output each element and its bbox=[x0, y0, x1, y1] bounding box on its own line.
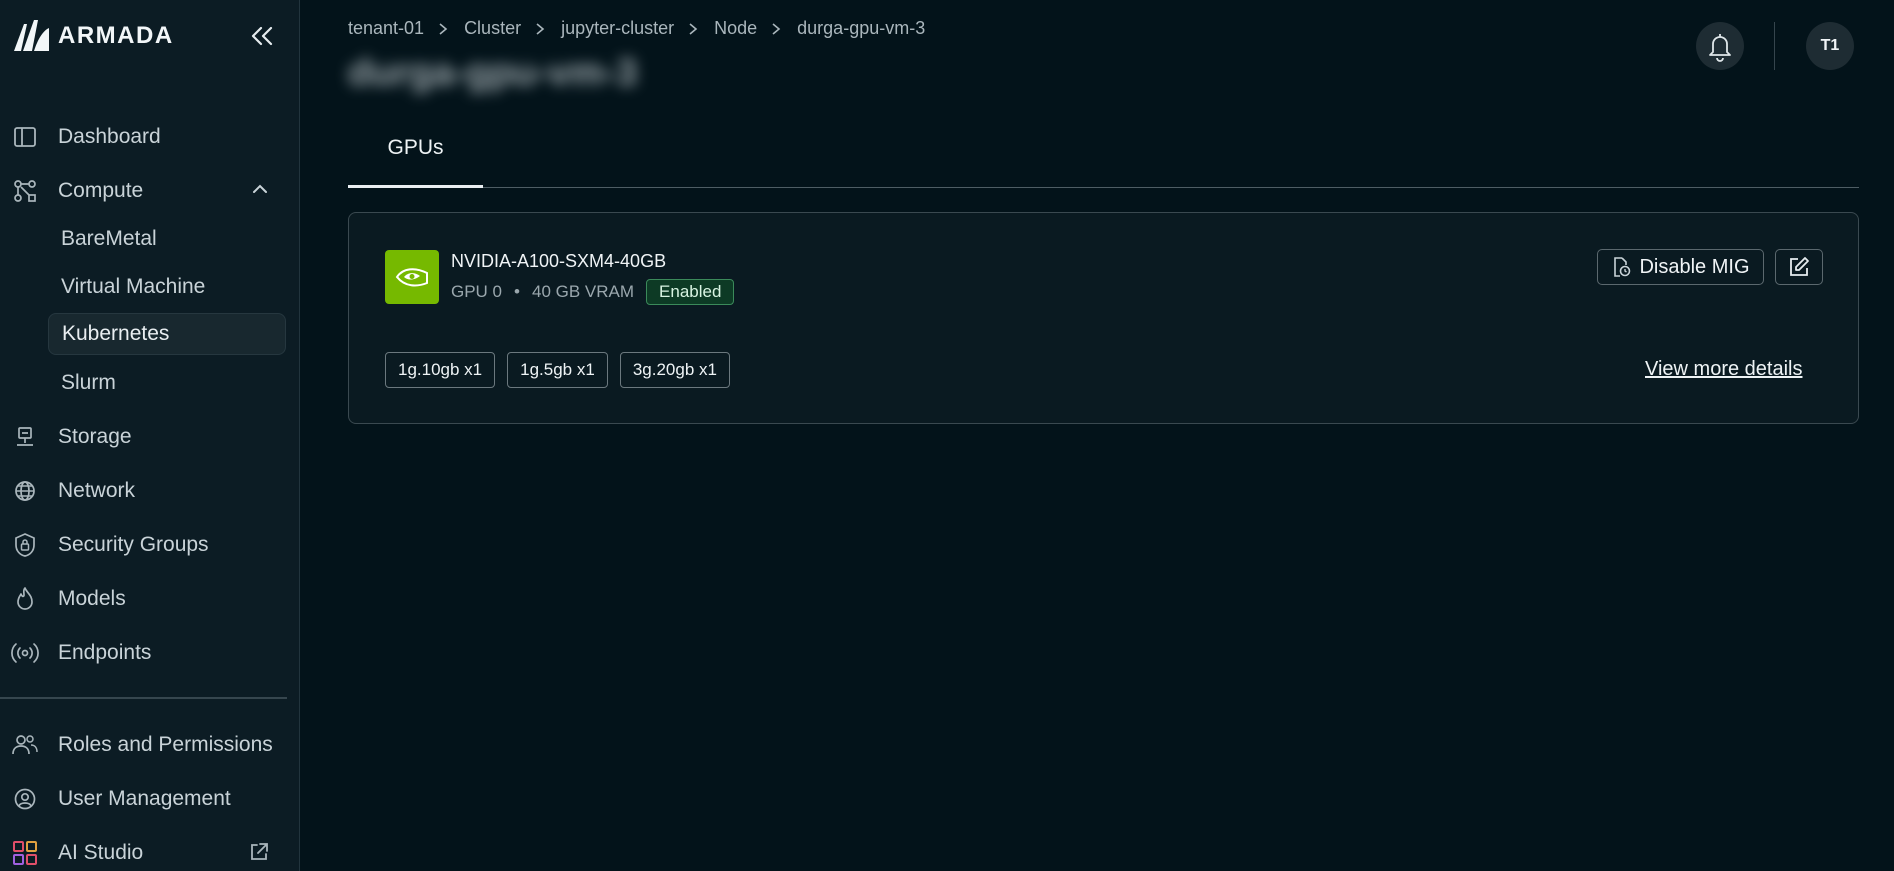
separator-dot: • bbox=[514, 282, 520, 301]
mig-profile-chip: 1g.10gb x1 bbox=[385, 352, 496, 388]
edit-button[interactable] bbox=[1775, 249, 1823, 285]
gpu-index: GPU 0 bbox=[451, 282, 503, 301]
double-chevron-left-icon bbox=[251, 26, 273, 46]
avatar[interactable]: T1 bbox=[1806, 22, 1854, 70]
breadcrumb-tenant[interactable]: tenant-01 bbox=[348, 18, 424, 39]
sidebar-subitem-baremetal[interactable]: BareMetal bbox=[48, 218, 286, 260]
chevron-right-icon bbox=[771, 22, 781, 36]
disable-mig-button[interactable]: Disable MIG bbox=[1597, 249, 1764, 285]
gpu-model-name: NVIDIA-A100-SXM4-40GB bbox=[451, 251, 667, 271]
gpu-meta: GPU 0 • 40 GB VRAM Enabled bbox=[451, 279, 735, 305]
status-badge: Enabled bbox=[646, 279, 735, 305]
breadcrumb-node[interactable]: Node bbox=[714, 18, 757, 39]
sidebar-item-label: Endpoints bbox=[58, 641, 152, 664]
armada-logo-icon bbox=[14, 20, 49, 51]
sidebar-item-models[interactable]: Models bbox=[10, 577, 288, 621]
sidebar-divider bbox=[0, 697, 287, 699]
mig-profile-chip: 3g.20gb x1 bbox=[619, 352, 730, 388]
view-more-details-link[interactable]: View more details bbox=[1645, 358, 1802, 381]
sidebar-item-dashboard[interactable]: Dashboard bbox=[10, 115, 288, 159]
tab-bar: GPUs bbox=[348, 110, 1859, 188]
panel-icon bbox=[14, 127, 36, 147]
nvidia-logo-icon bbox=[385, 250, 439, 304]
breadcrumb: tenant-01 Cluster jupyter-cluster Node d… bbox=[348, 18, 925, 39]
globe-icon bbox=[15, 481, 35, 501]
brand-name: ARMADA bbox=[58, 22, 174, 49]
sidebar-item-label: Security Groups bbox=[58, 533, 209, 556]
mig-profiles: 1g.10gb x1 1g.5gb x1 3g.20gb x1 bbox=[385, 352, 730, 388]
main-content: tenant-01 Cluster jupyter-cluster Node d… bbox=[300, 0, 1894, 871]
bell-icon bbox=[1709, 34, 1731, 62]
sidebar-item-storage[interactable]: Storage bbox=[10, 415, 288, 459]
sidebar-item-compute[interactable]: Compute bbox=[10, 169, 288, 213]
chevron-right-icon bbox=[535, 22, 545, 36]
sidebar-item-network[interactable]: Network bbox=[10, 469, 288, 513]
chevron-right-icon bbox=[438, 22, 448, 36]
sidebar-subitem-virtual-machine[interactable]: Virtual Machine bbox=[48, 266, 286, 308]
collapse-sidebar-button[interactable] bbox=[246, 20, 278, 52]
breadcrumb-cluster[interactable]: Cluster bbox=[464, 18, 521, 39]
user-circle-icon bbox=[14, 788, 36, 810]
sidebar-subitem-kubernetes[interactable]: Kubernetes bbox=[48, 313, 286, 355]
mig-profile-chip: 1g.5gb x1 bbox=[507, 352, 608, 388]
breadcrumb-current: durga-gpu-vm-3 bbox=[797, 18, 926, 38]
sidebar-item-label: Models bbox=[58, 587, 126, 610]
disable-mig-label: Disable MIG bbox=[1639, 255, 1750, 278]
chevron-right-icon bbox=[688, 22, 698, 36]
header-divider bbox=[1774, 22, 1775, 70]
notifications-button[interactable] bbox=[1696, 22, 1744, 70]
sidebar-item-user-management[interactable]: User Management bbox=[10, 777, 288, 821]
sidebar-item-label: Roles and Permissions bbox=[58, 733, 273, 756]
sidebar-item-security-groups[interactable]: Security Groups bbox=[10, 523, 288, 567]
sidebar-item-label: Dashboard bbox=[58, 125, 161, 148]
sidebar-item-label: AI Studio bbox=[58, 841, 144, 864]
sidebar-item-label: Network bbox=[58, 479, 136, 502]
file-clock-icon bbox=[1614, 257, 1631, 277]
sidebar: ARMADA Dashboard Compute BareMetal Virtu… bbox=[0, 0, 300, 871]
sidebar-subitem-slurm[interactable]: Slurm bbox=[48, 362, 286, 404]
edit-icon bbox=[1790, 257, 1809, 276]
sidebar-item-label: Compute bbox=[58, 179, 144, 202]
nodes-icon bbox=[14, 180, 36, 202]
gpu-vram: 40 GB VRAM bbox=[531, 282, 635, 301]
tab-gpus[interactable]: GPUs bbox=[348, 110, 483, 188]
users-icon bbox=[12, 735, 38, 755]
sidebar-item-label: Storage bbox=[58, 425, 132, 448]
broadcast-icon bbox=[11, 643, 39, 663]
grid-icon bbox=[13, 841, 37, 865]
sidebar-item-label: User Management bbox=[58, 787, 231, 810]
sidebar-item-ai-studio[interactable]: AI Studio bbox=[10, 831, 288, 871]
external-link-icon[interactable] bbox=[248, 841, 270, 863]
page-title: durga-gpu-vm-3 bbox=[348, 52, 638, 94]
brand[interactable]: ARMADA bbox=[12, 18, 174, 54]
chevron-up-icon bbox=[253, 184, 267, 193]
storage-icon bbox=[17, 427, 33, 446]
shield-lock-icon bbox=[15, 533, 35, 557]
flame-icon bbox=[17, 587, 33, 610]
breadcrumb-cluster-name[interactable]: jupyter-cluster bbox=[561, 18, 674, 39]
gpu-card: NVIDIA-A100-SXM4-40GB GPU 0 • 40 GB VRAM… bbox=[348, 212, 1859, 424]
sidebar-item-roles-permissions[interactable]: Roles and Permissions bbox=[10, 723, 288, 767]
sidebar-item-endpoints[interactable]: Endpoints bbox=[10, 631, 288, 675]
